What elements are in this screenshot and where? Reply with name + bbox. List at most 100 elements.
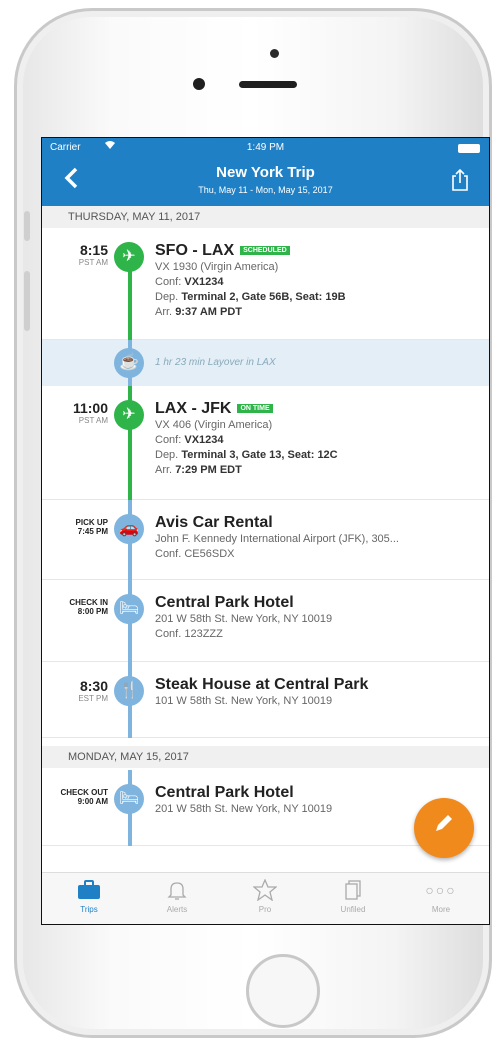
layover-row: ☕ 1 hr 23 min Layover in LAX xyxy=(42,340,489,386)
flight-number: VX 1930 (Virgin America) xyxy=(155,261,279,273)
item-ampm: AM xyxy=(96,258,108,267)
edit-fab-button[interactable] xyxy=(414,798,474,858)
conf-code: VX1234 xyxy=(184,434,224,446)
arr-time: 9:37 AM PDT xyxy=(175,306,243,318)
itinerary-item-flight[interactable]: 11:00 PST AM ✈ LAX - JFK ON TIME VX 406 (… xyxy=(42,386,489,500)
item-ampm: AM xyxy=(96,416,108,425)
clock: 1:49 PM xyxy=(246,142,285,153)
item-title: Central Park Hotel xyxy=(155,784,294,801)
item-time: 8:30 xyxy=(79,678,108,694)
itinerary-list: THURSDAY, MAY 11, 2017 8:15 PST AM ✈ SFO… xyxy=(42,206,489,872)
tab-bar: Trips Alerts Pro Unfiled ○○○ More xyxy=(42,872,489,924)
item-time: 9:00 AM xyxy=(77,797,108,806)
time-block: 8:30 EST PM xyxy=(42,678,108,703)
fork-knife-icon: 🍴 xyxy=(114,676,144,706)
item-content: Avis Car Rental John F. Kennedy Internat… xyxy=(155,514,399,562)
share-icon[interactable] xyxy=(451,168,469,192)
tab-label: Unfiled xyxy=(340,905,366,914)
item-address: 201 W 58th St. New York, NY 10019 xyxy=(155,803,333,815)
battery-icon xyxy=(458,144,480,153)
dep-details: Terminal 2, Gate 56B, Seat: 19B xyxy=(181,291,346,303)
itinerary-item-flight[interactable]: 8:15 PST AM ✈ SFO - LAX SCHEDULED VX 1930… xyxy=(42,228,489,340)
phone-front-camera xyxy=(193,78,205,90)
airplane-icon: ✈ xyxy=(114,400,144,430)
tab-label: Alerts xyxy=(166,905,188,914)
item-time: 8:15 xyxy=(79,242,108,258)
tab-more[interactable]: ○○○ More xyxy=(406,879,476,914)
time-block: 8:15 PST AM xyxy=(42,242,108,267)
briefcase-icon xyxy=(54,879,124,903)
conf-label: Conf: xyxy=(155,276,182,288)
arr-time: 7:29 PM EDT xyxy=(175,464,242,476)
pencil-icon xyxy=(436,815,452,831)
item-content: Central Park Hotel 201 W 58th St. New Yo… xyxy=(155,784,332,817)
item-timezone: PST xyxy=(78,416,95,425)
layover-text: 1 hr 23 min Layover in LAX xyxy=(155,357,276,368)
phone-volume-button xyxy=(24,271,30,331)
conf-code: VX1234 xyxy=(184,276,224,288)
item-title: Avis Car Rental xyxy=(155,514,273,531)
car-icon: 🚗 xyxy=(114,514,144,544)
item-title: Central Park Hotel xyxy=(155,594,294,611)
home-button[interactable] xyxy=(246,954,320,1028)
item-timezone: PST xyxy=(78,258,95,267)
day-header: THURSDAY, MAY 11, 2017 xyxy=(42,206,489,228)
item-title: Steak House at Central Park xyxy=(155,676,369,693)
phone-speaker xyxy=(239,81,297,88)
tab-pro[interactable]: Pro xyxy=(230,878,300,914)
item-time-label: PICK UP xyxy=(75,518,108,527)
item-address: 201 W 58th St. New York, NY 10019 xyxy=(155,613,333,625)
item-content: Steak House at Central Park 101 W 58th S… xyxy=(155,676,368,709)
airplane-icon: ✈ xyxy=(114,242,144,272)
tab-alerts[interactable]: Alerts xyxy=(142,879,212,914)
conf-label: Conf: xyxy=(155,434,182,446)
time-block: CHECK OUT 9:00 AM xyxy=(42,788,108,806)
nav-header: Carrier 1:49 PM New York Trip Thu, May 1… xyxy=(42,138,489,206)
time-block: 11:00 PST AM xyxy=(42,400,108,425)
item-time-label: CHECK IN xyxy=(69,598,108,607)
day-header: MONDAY, MAY 15, 2017 xyxy=(42,746,489,768)
item-address: John F. Kennedy International Airport (J… xyxy=(155,533,399,545)
more-dots-icon: ○○○ xyxy=(425,882,457,898)
item-timezone: EST xyxy=(78,694,94,703)
page-title: New York Trip xyxy=(216,164,315,181)
status-badge: ON TIME xyxy=(237,404,273,413)
bell-icon xyxy=(142,879,212,903)
coffee-icon: ☕ xyxy=(114,348,144,378)
flight-number: VX 406 (Virgin America) xyxy=(155,419,273,431)
item-ampm: PM xyxy=(96,694,108,703)
bed-icon: 🛏 xyxy=(114,784,144,814)
item-conf: Conf. CE56SDX xyxy=(155,548,235,560)
item-title: SFO - LAX xyxy=(155,242,235,259)
item-conf: Conf. 123ZZZ xyxy=(155,628,223,640)
tab-unfiled[interactable]: Unfiled xyxy=(318,879,388,914)
bed-icon: 🛏 xyxy=(114,594,144,624)
item-title: LAX - JFK xyxy=(155,400,232,417)
arr-label: Arr. xyxy=(155,306,173,318)
item-time-label: CHECK OUT xyxy=(60,788,108,797)
page-subtitle: Thu, May 11 - Mon, May 15, 2017 xyxy=(198,185,333,195)
documents-icon xyxy=(318,879,388,903)
item-time: 7:45 PM xyxy=(77,527,108,536)
dep-details: Terminal 3, Gate 13, Seat: 12C xyxy=(181,449,338,461)
tab-trips[interactable]: Trips xyxy=(54,879,124,914)
itinerary-item-restaurant[interactable]: 8:30 EST PM 🍴 Steak House at Central Par… xyxy=(42,662,489,738)
app-screen: Carrier 1:49 PM New York Trip Thu, May 1… xyxy=(41,137,490,925)
itinerary-item-hotel[interactable]: CHECK IN 8:00 PM 🛏 Central Park Hotel 20… xyxy=(42,580,489,662)
item-time: 11:00 xyxy=(72,400,108,416)
item-content: SFO - LAX SCHEDULED VX 1930 (Virgin Ameri… xyxy=(155,242,346,320)
arr-label: Arr. xyxy=(155,464,173,476)
itinerary-item-car[interactable]: PICK UP 7:45 PM 🚗 Avis Car Rental John F… xyxy=(42,500,489,580)
item-address: 101 W 58th St. New York, NY 10019 xyxy=(155,695,333,707)
item-time: 8:00 PM xyxy=(77,607,108,616)
status-badge: SCHEDULED xyxy=(240,246,290,255)
dep-label: Dep. xyxy=(155,291,179,303)
phone-side-button xyxy=(24,211,30,241)
time-block: CHECK IN 8:00 PM xyxy=(42,598,108,616)
tab-label: Pro xyxy=(258,905,272,914)
tab-label: Trips xyxy=(80,905,98,914)
dep-label: Dep. xyxy=(155,449,179,461)
star-icon xyxy=(230,878,300,903)
tab-label: More xyxy=(431,905,451,914)
item-content: Central Park Hotel 201 W 58th St. New Yo… xyxy=(155,594,332,642)
